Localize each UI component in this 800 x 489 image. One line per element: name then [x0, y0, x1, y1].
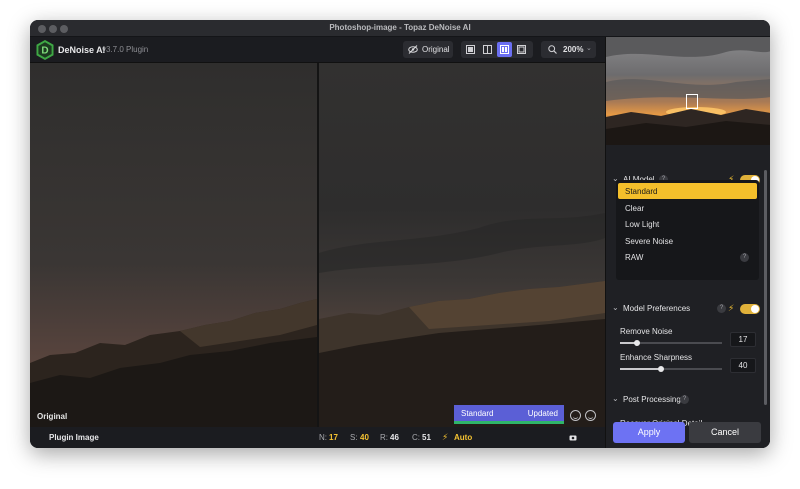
title-bar: Photoshop-image - Topaz DeNoise AI	[30, 20, 770, 37]
zoom-control[interactable]: 200% ⌄	[541, 41, 596, 58]
apply-button[interactable]: Apply	[613, 422, 685, 443]
show-original-button[interactable]: Original	[403, 41, 453, 58]
app-name: DeNoise AI	[58, 45, 106, 55]
panel-scrollbar[interactable]	[764, 170, 767, 405]
post-processing-title: Post Processing	[623, 395, 681, 404]
cancel-button[interactable]: Cancel	[689, 422, 761, 443]
auto-label[interactable]: Auto	[454, 433, 472, 442]
enhance-sharpness-label: Enhance Sharpness	[620, 353, 693, 362]
window-title: Photoshop-image - Topaz DeNoise AI	[329, 23, 471, 32]
c-value: 51	[422, 433, 431, 442]
app-version: v3.7.0 Plugin	[102, 45, 149, 54]
smiley-happy-icon[interactable]	[570, 410, 581, 421]
side-by-side-view-icon	[500, 45, 509, 54]
remove-noise-value[interactable]: 17	[730, 332, 756, 347]
model-option-label: Low Light	[625, 220, 660, 229]
chevron-down-icon: ⌄	[612, 303, 619, 312]
model-option-low-light[interactable]: Low Light	[618, 216, 757, 232]
view-mode-group	[461, 41, 533, 58]
auto-bolt-icon: ⚡	[442, 432, 449, 442]
compare-divider[interactable]	[317, 63, 319, 427]
original-image-pane[interactable]	[30, 63, 317, 427]
chevron-down-icon: ⌄	[586, 45, 592, 52]
model-preferences-auto-toggle[interactable]	[740, 304, 760, 314]
model-option-raw[interactable]: RAW ?	[618, 249, 757, 265]
model-preferences-help-icon[interactable]: ?	[717, 304, 726, 313]
c-label: C:	[412, 433, 420, 442]
r-label: R:	[380, 433, 388, 442]
model-option-label: Clear	[625, 204, 645, 213]
r-value: 46	[390, 433, 399, 442]
side-by-side-view-button[interactable]	[497, 42, 512, 57]
plugin-image-label: Plugin Image	[49, 433, 99, 442]
remove-noise-knob[interactable]	[634, 340, 641, 346]
preview-thumbnail	[606, 37, 770, 145]
single-view-button[interactable]	[463, 42, 478, 57]
model-option-severe-noise[interactable]: Severe Noise	[618, 233, 757, 249]
model-status-name: Standard	[461, 409, 494, 418]
denoise-logo-icon: D	[36, 40, 54, 60]
enhance-sharpness-value[interactable]: 40	[730, 358, 756, 373]
processed-image-pane[interactable]	[319, 63, 605, 427]
model-status-bar: Standard Updated	[454, 405, 564, 424]
smiley-neutral-icon[interactable]	[585, 410, 596, 421]
post-processing-help-icon[interactable]: ?	[680, 395, 689, 404]
status-bar: Plugin Image N: 17 S: 40 R: 46 C: 51 ⚡ A…	[30, 427, 605, 448]
show-original-label: Original	[422, 45, 450, 54]
svg-text:D: D	[41, 46, 48, 57]
camera-icon[interactable]	[569, 434, 577, 441]
chevron-down-icon: ⌄	[612, 394, 619, 403]
n-value: 17	[329, 433, 338, 442]
zoom-value: 200%	[563, 45, 584, 54]
model-status-text: Updated	[527, 409, 558, 418]
model-preferences-auto-bolt-icon: ⚡	[728, 303, 735, 313]
model-preferences-title: Model Preferences	[623, 304, 691, 313]
enhance-sharpness-track[interactable]	[620, 366, 722, 372]
original-view-button[interactable]	[514, 42, 529, 57]
model-option-label: Severe Noise	[625, 237, 674, 246]
ai-model-list: Standard Clear Low Light Severe Noise RA…	[616, 180, 759, 280]
remove-noise-label: Remove Noise	[620, 327, 673, 336]
enhance-sharpness-slider: Enhance Sharpness 40	[606, 353, 770, 379]
s-value: 40	[360, 433, 369, 442]
navigator-preview[interactable]	[606, 37, 770, 145]
remove-noise-slider: Remove Noise 17	[606, 327, 770, 353]
model-option-label: Standard	[625, 187, 658, 196]
app-window: Photoshop-image - Topaz DeNoise AI D DeN…	[30, 20, 770, 448]
viewport-indicator[interactable]	[686, 94, 698, 109]
landscape-image	[30, 63, 317, 427]
enhance-sharpness-knob[interactable]	[657, 366, 664, 372]
split-view-button[interactable]	[480, 42, 495, 57]
original-view-icon	[517, 45, 526, 54]
post-processing-section-header[interactable]: ⌄ Post Processing ?	[606, 391, 770, 409]
remove-noise-track[interactable]	[620, 340, 722, 346]
eye-slash-icon	[408, 45, 418, 54]
model-option-clear[interactable]: Clear	[618, 200, 757, 216]
model-option-standard[interactable]: Standard	[618, 183, 757, 199]
single-view-icon	[466, 45, 475, 54]
raw-help-icon[interactable]: ?	[740, 253, 749, 262]
original-pane-label: Original	[37, 412, 68, 421]
split-view-icon	[483, 45, 492, 54]
settings-panel: ⌄ AI Model ? ⚡ Standard Clear Low Light …	[605, 37, 770, 448]
model-option-label: RAW	[625, 253, 644, 262]
landscape-image-processed	[319, 63, 605, 427]
s-label: S:	[350, 433, 358, 442]
zoom-magnifier-icon	[548, 45, 557, 54]
enhance-sharpness-fill	[620, 368, 661, 370]
processing-progress-bar	[454, 421, 564, 424]
model-preferences-section-header[interactable]: ⌄ Model Preferences ? ⚡	[606, 300, 770, 318]
top-toolbar: D DeNoise AI v3.7.0 Plugin Original 200%…	[30, 37, 605, 63]
n-label: N:	[319, 433, 327, 442]
image-canvas[interactable]: Original Standard Updated	[30, 63, 605, 427]
